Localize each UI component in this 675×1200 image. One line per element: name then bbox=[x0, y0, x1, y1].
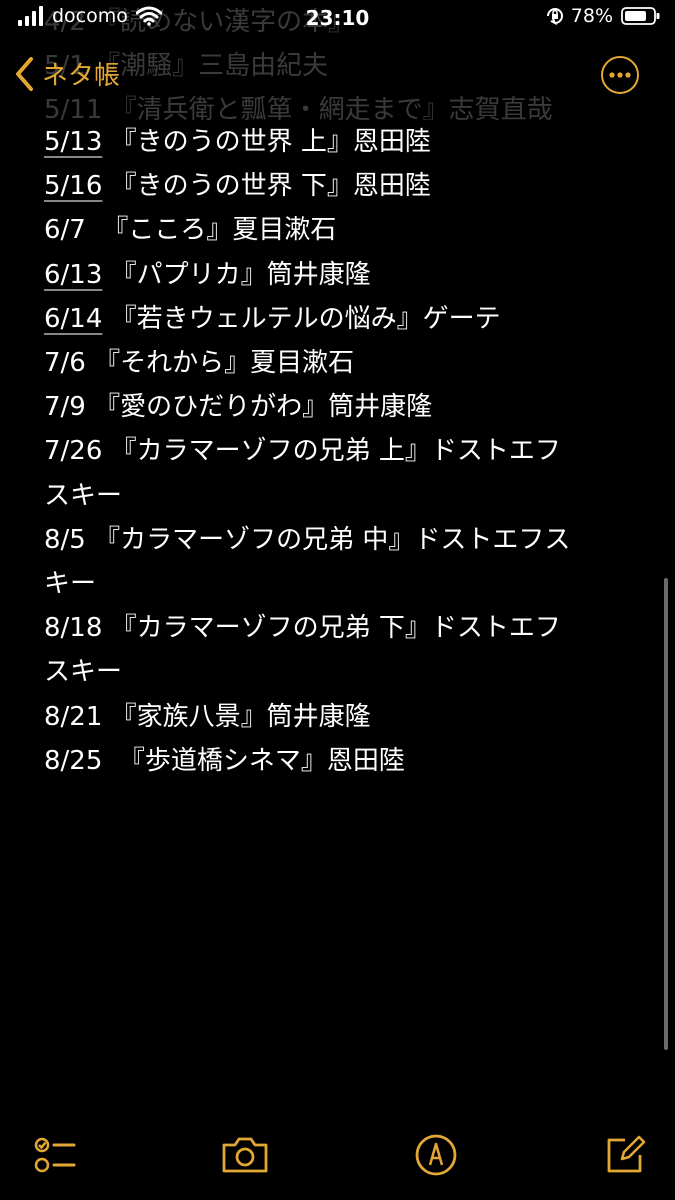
date-text: 8/21 bbox=[44, 701, 103, 732]
compose-button[interactable] bbox=[600, 1130, 650, 1180]
entry-text: 『それから』夏目漱石 bbox=[85, 348, 355, 379]
battery-percent: 78% bbox=[570, 5, 613, 27]
date-link[interactable]: 6/14 bbox=[44, 304, 102, 334]
date-text: 8/5 bbox=[44, 524, 86, 555]
note-line: 8/18 『カラマーゾフの兄弟 下』ドストエフ bbox=[44, 606, 644, 650]
camera-icon bbox=[222, 1137, 268, 1173]
ghost-line: 5/11 『清兵衛と瓢箪・網走まで』志賀直哉 bbox=[44, 95, 553, 120]
bottom-toolbar bbox=[0, 1130, 675, 1190]
checklist-button[interactable] bbox=[30, 1130, 80, 1180]
date-text: 8/18 bbox=[44, 613, 103, 644]
note-line: 7/9 『愛のひだりがわ』筒井康隆 bbox=[44, 385, 644, 429]
note-line: 6/13 『パプリカ』筒井康隆 bbox=[44, 253, 644, 297]
entry-text: 『きのうの世界 下』恩田陸 bbox=[102, 171, 431, 202]
entry-text: 『こころ』夏目漱石 bbox=[85, 215, 337, 246]
camera-button[interactable] bbox=[220, 1130, 270, 1180]
entry-text: 『カラマーゾフの兄弟 上』ドストエフ bbox=[102, 436, 561, 467]
ghost-line: 5/1 『潮騒』三島由紀夫 bbox=[44, 51, 329, 81]
note-line: 8/25 『歩道橋シネマ』恩田陸 bbox=[44, 739, 644, 783]
entry-text: キー bbox=[44, 569, 97, 600]
scrollbar[interactable] bbox=[664, 578, 668, 1050]
markup-button[interactable] bbox=[411, 1130, 461, 1180]
back-button[interactable]: ネタ帳 bbox=[14, 55, 120, 92]
orientation-lock-icon bbox=[546, 8, 563, 26]
date-text: 7/9 bbox=[44, 392, 86, 423]
note-line: 6/14 『若きウェルテルの悩み』ゲーテ bbox=[44, 297, 644, 341]
note-line: 5/13 『きのうの世界 上』恩田陸 bbox=[44, 120, 644, 164]
entry-text: 『愛のひだりがわ』筒井康隆 bbox=[85, 392, 433, 423]
note-line: 8/5 『カラマーゾフの兄弟 中』ドストエフス bbox=[44, 518, 644, 562]
checklist-icon bbox=[34, 1137, 76, 1173]
entry-text: 『歩道橋シネマ』恩田陸 bbox=[102, 745, 405, 776]
note-line: スキー bbox=[44, 474, 644, 518]
date-link[interactable]: 6/13 bbox=[44, 260, 102, 290]
ellipsis-icon bbox=[609, 72, 631, 78]
entry-text: 『パプリカ』筒井康隆 bbox=[102, 259, 371, 290]
battery-icon bbox=[621, 7, 660, 25]
note-line: 7/26 『カラマーゾフの兄弟 上』ドストエフ bbox=[44, 429, 644, 473]
status-right: 78% bbox=[545, 5, 661, 27]
entry-text: 『カラマーゾフの兄弟 中』ドストエフス bbox=[85, 524, 571, 555]
back-button-label: ネタ帳 bbox=[42, 61, 121, 91]
date-link[interactable]: 5/16 bbox=[44, 171, 102, 201]
compose-icon bbox=[607, 1135, 646, 1173]
date-text: 8/25 bbox=[44, 745, 103, 776]
date-link[interactable]: 5/13 bbox=[44, 127, 102, 157]
note-line: 7/6 『それから』夏目漱石 bbox=[44, 341, 644, 385]
more-options-button[interactable] bbox=[601, 56, 639, 94]
entry-text: 『きのうの世界 上』恩田陸 bbox=[102, 127, 431, 157]
entry-text: スキー bbox=[44, 657, 123, 688]
date-text: 7/26 bbox=[44, 436, 103, 467]
note-line: スキー bbox=[44, 650, 644, 694]
markup-pen-icon bbox=[415, 1134, 457, 1176]
entry-text: スキー bbox=[44, 480, 123, 511]
status-bar: docomo 23:10 78% bbox=[0, 0, 675, 40]
entry-text: 『カラマーゾフの兄弟 下』ドストエフ bbox=[102, 613, 561, 644]
note-body[interactable]: 5/13 『きのうの世界 上』恩田陸 5/16 『きのうの世界 下』恩田陸 6/7 … bbox=[44, 120, 644, 783]
note-line: 6/7 『こころ』夏目漱石 bbox=[44, 208, 644, 252]
note-line: 8/21 『家族八景』筒井康隆 bbox=[44, 695, 644, 739]
date-text: 7/6 bbox=[44, 348, 86, 379]
note-line: 5/16 『きのうの世界 下』恩田陸 bbox=[44, 164, 644, 208]
chevron-left-icon bbox=[16, 56, 33, 91]
note-line: キー bbox=[44, 562, 644, 606]
entry-text: 『若きウェルテルの悩み』ゲーテ bbox=[102, 303, 501, 334]
date-text: 6/7 bbox=[44, 215, 86, 246]
entry-text: 『家族八景』筒井康隆 bbox=[102, 701, 371, 732]
